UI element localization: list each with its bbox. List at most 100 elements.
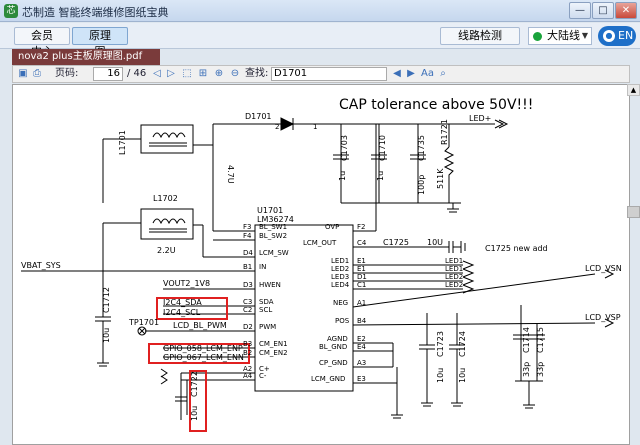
schematic-drawing: CAP tolerance above 50V!!! D1701 2 1 LED… <box>21 97 622 432</box>
find-input[interactable]: D1701 <box>271 67 387 81</box>
pin-num-left: C2 <box>243 306 252 314</box>
document-tab[interactable]: nova2 plus主板原理图.pdf <box>12 49 160 65</box>
line-detect-button[interactable]: 线路检测 <box>440 27 520 45</box>
c1723-label: C1723 <box>436 331 445 357</box>
binoculars-icon[interactable]: ⌕ <box>437 68 449 80</box>
c1703-value: 1u <box>338 171 347 181</box>
print-icon[interactable]: ⎙ <box>31 68 43 80</box>
region-select[interactable]: 大陆线 ▼ <box>528 27 592 45</box>
cap-tolerance-note: CAP tolerance above 50V!!! <box>339 97 533 113</box>
l1702-label: L1702 <box>153 194 178 203</box>
pin-name-left: BL_SW2 <box>259 232 287 240</box>
zoom-out-icon[interactable]: ⊖ <box>229 68 241 80</box>
close-button[interactable]: ✕ <box>615 2 637 19</box>
lcd-bl-pwm-label: LCD_BL_PWM <box>173 321 227 330</box>
language-button[interactable]: ● EN <box>598 26 636 46</box>
globe-icon: ● <box>603 30 615 42</box>
pin-name-left: C- <box>259 372 267 380</box>
pin-name-right: LED3 <box>331 273 349 281</box>
pin-num-left: B1 <box>243 263 252 271</box>
match-case-icon[interactable]: Aa <box>421 68 434 80</box>
pin-num-right: A1 <box>357 299 366 307</box>
page-number-input[interactable]: 16 <box>93 67 123 81</box>
c1735-label: C1735 <box>417 135 426 161</box>
gpio058-label: GPIO_058_LCM_ENP <box>163 344 243 353</box>
c1723-value: 10u <box>436 368 445 383</box>
d1701-label: D1701 <box>245 112 272 121</box>
pin-name-right: OVP <box>325 223 339 231</box>
pin-name-right: LCM_OUT <box>303 239 337 247</box>
app-window: 芯 芯制造 智能终端维修图纸宝典 — □ ✕ 会员中心 原理图 线路检测 大陆线… <box>0 0 640 445</box>
save-icon[interactable]: ▣ <box>17 68 29 80</box>
find-prev-icon[interactable]: ◀ <box>391 68 403 80</box>
pin-num-right: C1 <box>357 281 366 289</box>
pin-name-left: BL_SW1 <box>259 223 287 231</box>
l1701-label: L1701 <box>118 130 127 155</box>
pin-name-left: CM_EN2 <box>259 349 288 357</box>
chevron-down-icon: ▼ <box>581 31 588 40</box>
d1701-pin2: 2 <box>275 123 279 131</box>
pin-num-right: A3 <box>357 359 366 367</box>
led-plus-label: LED+ <box>469 114 491 123</box>
u1701-label: U1701 <box>257 206 283 215</box>
pin-num-right: E4 <box>357 343 366 351</box>
l1702-value: 2.2U <box>157 246 176 255</box>
i2c4-sda-label: I2C4_SDA <box>163 298 202 307</box>
pdf-toolbar: ▣ ⎙ 页码: 16 / 46 ◁ ▷ ⬚ ⊞ ⊕ ⊖ 查找: D1701 ◀ … <box>12 65 630 83</box>
pin-num-right: B4 <box>357 317 367 325</box>
pin-num-left: C3 <box>243 298 252 306</box>
language-label: EN <box>618 29 634 42</box>
vbat-sys-label: VBAT_SYS <box>21 261 61 270</box>
zoom-in-icon[interactable]: ⊕ <box>213 68 225 80</box>
l1701-value: 4.7U <box>226 165 235 184</box>
c1724-value: 10u <box>458 368 467 383</box>
pin-name-right: LED1 <box>331 257 349 265</box>
next-page-icon[interactable]: ▷ <box>165 68 177 80</box>
pin-name-left: SDA <box>259 298 274 306</box>
pin-num-left: F3 <box>243 223 251 231</box>
nav-bar: 会员中心 原理图 线路检测 大陆线 ▼ ● EN <box>0 23 640 58</box>
pin-name-right: LED4 <box>331 281 350 289</box>
pin-name-right: LED2 <box>331 265 349 273</box>
fit-width-icon[interactable]: ⊞ <box>197 68 209 80</box>
app-logo-icon: 芯 <box>4 4 18 18</box>
pin-name-right: CP_GND <box>319 359 348 367</box>
d1701-pin1: 1 <box>313 123 317 131</box>
pin-num-right: C4 <box>357 239 367 247</box>
find-label: 查找: <box>245 68 269 79</box>
pin-num-left: A4 <box>243 372 253 380</box>
lcd-vsn-label: LCD_VSN <box>585 264 622 273</box>
c1710-label: C1710 <box>378 135 387 161</box>
c1722-label: C1722 <box>190 371 199 397</box>
i2c4-scl-label: I2C4_SCL <box>163 308 201 317</box>
fit-page-icon[interactable]: ⬚ <box>181 68 193 80</box>
pin-name-right: LCM_GND <box>311 375 345 383</box>
maximize-button[interactable]: □ <box>592 2 614 19</box>
minimize-button[interactable]: — <box>569 2 591 19</box>
tp1701-label: TP1701 <box>128 318 159 327</box>
pin-num-right: E1 <box>357 265 366 273</box>
gpio067-label: GPIO_067_LCM_ENN <box>163 353 244 362</box>
pin-name-left: HWEN <box>259 281 281 289</box>
prev-page-icon[interactable]: ◁ <box>151 68 163 80</box>
scroll-up-button[interactable]: ▲ <box>627 84 640 96</box>
page-label: 页码: <box>55 68 79 79</box>
c1725-value: 10U <box>427 238 443 247</box>
page-total: / 46 <box>127 68 147 79</box>
pin-name-right: BL_GND <box>319 343 347 351</box>
window-title: 芯制造 智能终端维修图纸宝典 <box>22 6 169 19</box>
c1703-label: C1703 <box>340 135 349 161</box>
vertical-scrollbar-thumb[interactable] <box>627 206 640 218</box>
tab-member-center[interactable]: 会员中心 <box>14 27 70 58</box>
pin-name-left: PWM <box>259 323 276 331</box>
pin-name-right: NEG <box>333 299 348 307</box>
pin-name-right: AGND <box>327 335 348 343</box>
pin-num-left: D2 <box>243 323 253 331</box>
c1715-value: 33p <box>536 362 545 377</box>
pdf-viewer[interactable]: CAP tolerance above 50V!!! D1701 2 1 LED… <box>12 84 630 445</box>
pin-num-left: B3 <box>243 340 252 348</box>
lcd-vsp-label: LCD_VSP <box>585 313 621 322</box>
find-next-icon[interactable]: ▶ <box>405 68 417 80</box>
pin-num-left: D3 <box>243 281 253 289</box>
tab-schematic[interactable]: 原理图 <box>72 27 128 58</box>
